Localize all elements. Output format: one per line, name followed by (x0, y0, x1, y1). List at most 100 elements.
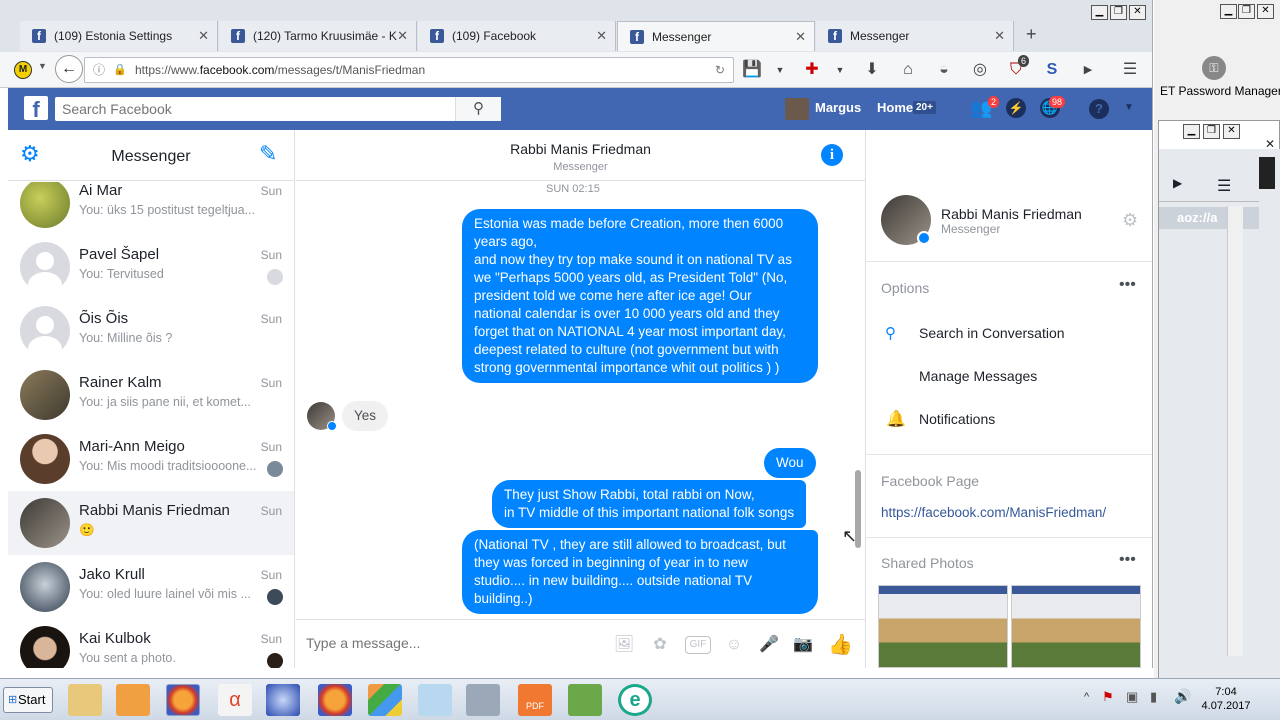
chat-title[interactable]: Rabbi Manis Friedman (296, 130, 865, 157)
image-upload-icon[interactable]: 🖼 (613, 634, 635, 656)
conversation-scroll[interactable]: Ai Mar You: üks 15 postitust tegeltjua..… (8, 182, 294, 668)
close-tab-icon[interactable]: ✕ (596, 28, 607, 44)
maximize-button[interactable]: ❐ (1203, 124, 1220, 139)
list-item[interactable]: Rainer Kalm You: ja siis pane nii, et ko… (8, 363, 294, 427)
help-icon[interactable]: ? (1089, 99, 1109, 119)
file-explorer-icon[interactable] (68, 684, 102, 716)
download-icon[interactable]: ⬇ (862, 60, 882, 80)
notifications-option[interactable]: Notifications (919, 411, 995, 427)
reload-icon[interactable]: ↻ (715, 58, 725, 82)
chevron-down-icon[interactable]: ▼ (830, 60, 850, 80)
tray-flag-icon[interactable]: ⚑ (1102, 689, 1114, 705)
maximize-button[interactable]: ❐ (1238, 4, 1255, 19)
system-clock[interactable]: 7:04 4.07.2017 (1196, 685, 1256, 713)
list-item[interactable]: Ai Mar You: üks 15 postitust tegeltjua..… (8, 182, 294, 235)
more-options-icon[interactable]: ••• (1119, 276, 1136, 294)
gear-icon[interactable]: ⚙ (1122, 210, 1138, 231)
list-item[interactable]: Pavel Šapel You: Tervitused Sun (8, 235, 294, 299)
editor-icon[interactable] (568, 684, 602, 716)
list-item[interactable]: Mari-Ann Meigo You: Mis moodi traditsioo… (8, 427, 294, 491)
avast-icon[interactable]: α (218, 684, 252, 716)
gear-icon[interactable]: ⚙ (20, 142, 40, 166)
tab-facebook[interactable]: f (109) Facebook ✕ (418, 21, 616, 51)
list-item[interactable]: Jako Krull You: oled luure lainel või mi… (8, 555, 294, 619)
close-window-button[interactable]: ✕ (1129, 5, 1146, 20)
info-icon[interactable]: ⓘ (93, 58, 105, 82)
shared-photo-thumbnail[interactable] (1011, 585, 1141, 668)
sticker-icon[interactable]: ✿ (649, 634, 671, 656)
facebook-logo-icon[interactable]: f (24, 96, 48, 122)
tab-messenger-active[interactable]: f Messenger ✕ (617, 21, 815, 51)
user-name-link[interactable]: Margus (815, 100, 861, 115)
app-icon[interactable] (266, 684, 300, 716)
pdf-icon[interactable]: PDF (518, 684, 552, 716)
maximize-button[interactable]: ❐ (1110, 5, 1127, 20)
tray-device-icon[interactable]: ▣ (1126, 689, 1138, 705)
media-player-icon[interactable] (116, 684, 150, 716)
start-button[interactable]: ⊞ Start (3, 687, 53, 713)
profile-icon[interactable]: M (14, 61, 32, 79)
close-window-button[interactable]: ✕ (1257, 4, 1274, 19)
manage-messages-option[interactable]: Manage Messages (919, 368, 1037, 384)
chevron-down-icon[interactable]: ▼ (38, 61, 47, 71)
password-manager-label[interactable]: ET Password Manager (1160, 84, 1280, 98)
emoji-icon[interactable]: ☺ (723, 634, 745, 656)
home-link[interactable]: Home (877, 100, 913, 115)
chevron-down-icon[interactable]: ▼ (1124, 102, 1134, 113)
message-input[interactable] (306, 635, 596, 651)
url-bar[interactable]: ⓘ 🔒 https://www.facebook.com/messages/t/… (84, 57, 734, 83)
like-thumb-icon[interactable]: 👍 (828, 634, 853, 656)
minimize-button[interactable]: ▁ (1220, 4, 1237, 19)
facebook-search-input[interactable] (55, 97, 501, 121)
camera-icon[interactable]: 📷 (792, 634, 814, 656)
more-options-icon[interactable]: ••• (1119, 551, 1136, 569)
tray-chevron-up-icon[interactable]: ^ (1084, 691, 1089, 703)
minimize-button[interactable]: ▁ (1183, 124, 1200, 139)
shared-photo-thumbnail[interactable] (878, 585, 1008, 668)
addon-plus-icon[interactable]: ✚ (802, 60, 822, 80)
tray-volume-icon[interactable]: 🔊 (1174, 688, 1191, 705)
tab-messenger[interactable]: f Messenger ✕ (816, 21, 1014, 51)
menu-icon[interactable]: ☰ (1217, 176, 1231, 196)
firefox-active-icon[interactable] (166, 684, 200, 716)
close-tab-icon[interactable]: ✕ (198, 28, 209, 44)
close-tab-icon[interactable]: ✕ (994, 28, 1005, 44)
estonian-id-icon[interactable]: e (618, 684, 652, 716)
tab-estonia-settings[interactable]: f (109) Estonia Settings ✕ (20, 21, 218, 51)
notes-icon[interactable] (418, 684, 452, 716)
extension-icon[interactable]: ◎ (970, 60, 990, 80)
facebook-page-link[interactable]: https://facebook.com/ManisFriedman/ (881, 505, 1106, 520)
search-in-conversation-option[interactable]: Search in Conversation (919, 325, 1065, 341)
home-icon[interactable]: ⌂ (898, 60, 918, 80)
close-tab-icon[interactable]: ✕ (397, 28, 408, 44)
youtube-icon[interactable]: ▶ (1173, 176, 1182, 190)
scrollbar[interactable] (1227, 206, 1243, 656)
list-item-selected[interactable]: Rabbi Manis Friedman 🙂 Sun (8, 491, 294, 555)
search-icon[interactable]: ⚲ (455, 97, 501, 121)
new-tab-button[interactable]: + (1026, 24, 1037, 45)
firefox-icon[interactable] (318, 684, 352, 716)
minimize-button[interactable]: ▁ (1091, 5, 1108, 20)
compose-icon[interactable]: ✎ (259, 142, 277, 166)
list-item[interactable]: Kai Kulbok You sent a photo. Sun (8, 619, 294, 668)
list-item[interactable]: Õis Õis You: Milline õis ? Sun (8, 299, 294, 363)
info-icon[interactable]: i (821, 144, 843, 166)
s-extension-icon[interactable]: S (1042, 60, 1062, 80)
gif-icon[interactable]: GIF (685, 636, 711, 654)
password-manager-icon[interactable]: ⚿ (1202, 56, 1226, 80)
menu-icon[interactable]: ☰ (1120, 60, 1140, 80)
network-tool-icon[interactable] (466, 684, 500, 716)
close-window-button[interactable]: ✕ (1223, 124, 1240, 139)
user-avatar[interactable] (785, 98, 809, 120)
microphone-icon[interactable]: 🎤 (758, 634, 780, 656)
tab-tarmo[interactable]: f (120) Tarmo Kruusimäe - K ✕ (219, 21, 417, 51)
tray-network-icon[interactable]: ▮ (1150, 689, 1157, 705)
youtube-icon[interactable]: ▶ (1078, 60, 1098, 80)
pocket-icon[interactable]: ◒ (934, 60, 954, 80)
contact-name[interactable]: Rabbi Manis Friedman (941, 206, 1082, 222)
chevron-down-icon[interactable]: ▼ (770, 60, 790, 80)
close-tab-icon[interactable]: ✕ (795, 29, 806, 45)
back-button[interactable]: ← (55, 55, 83, 83)
windows-explorer-icon[interactable] (368, 684, 402, 716)
messenger-icon[interactable]: ⚡ (1006, 98, 1026, 118)
